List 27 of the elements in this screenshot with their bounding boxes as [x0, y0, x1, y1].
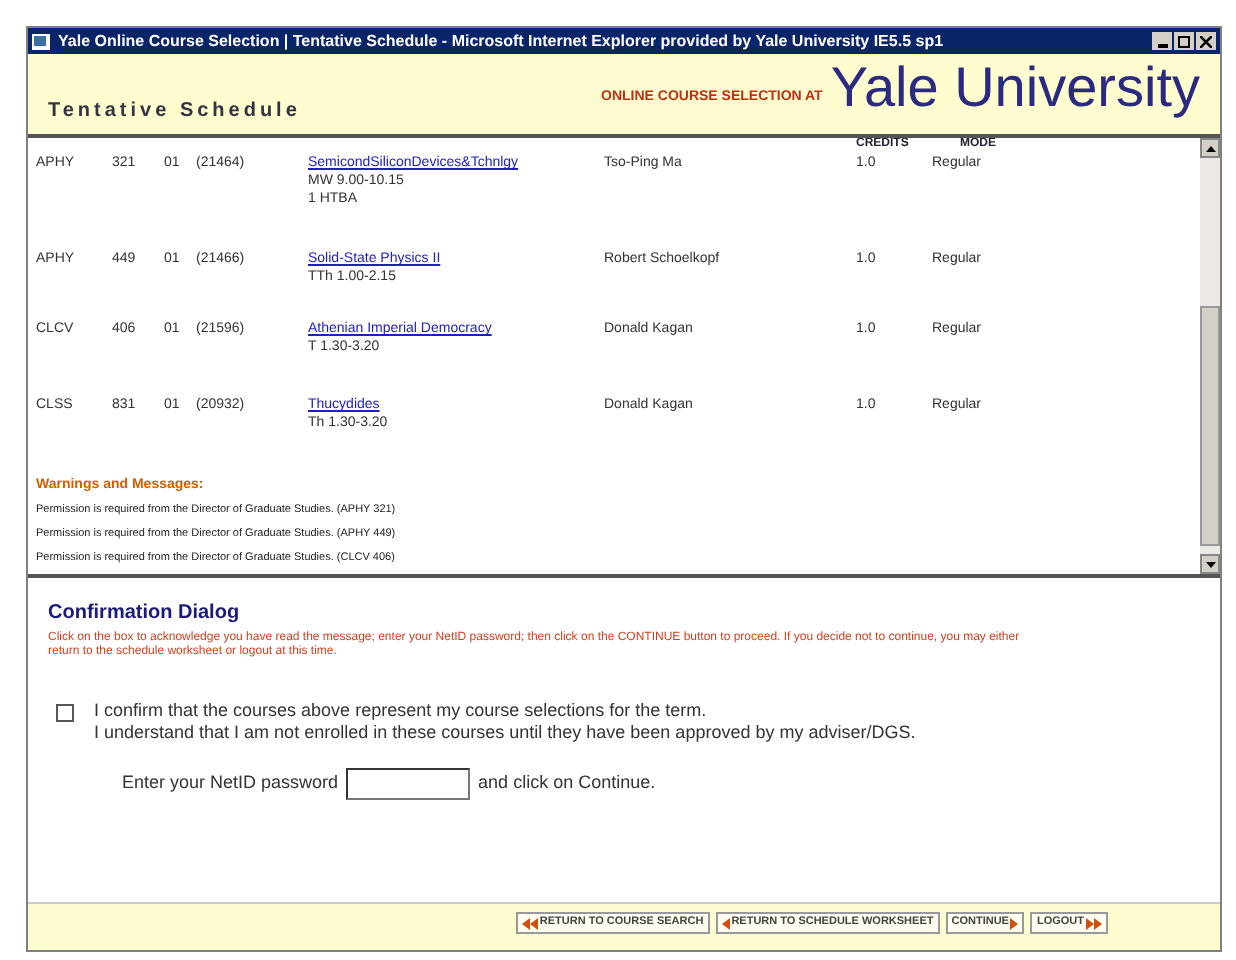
- dialog-heading: Confirmation Dialog: [48, 600, 242, 628]
- page-title: Tentative Schedule: [48, 98, 301, 126]
- down-arrow-icon: [1205, 561, 1215, 567]
- password-field[interactable]: [346, 768, 471, 800]
- password-hint: and click on Continue.: [478, 770, 656, 797]
- minimize-button[interactable]: [1152, 32, 1172, 50]
- scroll-thumb[interactable]: [1200, 306, 1220, 546]
- scroll-up-button[interactable]: [1200, 138, 1220, 158]
- confirm-checkbox[interactable]: [56, 704, 74, 722]
- close-icon: [1200, 35, 1212, 47]
- maximize-icon: [1178, 35, 1190, 47]
- brand-logo: Yale University: [830, 62, 1200, 114]
- arrow-icon: [1010, 917, 1019, 929]
- maximize-button[interactable]: [1174, 32, 1194, 50]
- up-arrow-icon: [1205, 145, 1215, 151]
- window-title: Yale Online Course Selection | Tentative Schedule - Microsoft Internet Explorer provided by Yale University IE5.5 sp1: [58, 33, 946, 49]
- confirm-text: I understand that I am not enrolled in these courses until they have been approved by my adviser/DGS.: [94, 722, 916, 744]
- scrollbar[interactable]: [1200, 138, 1220, 574]
- browser-icon: [32, 31, 52, 51]
- double-arrow-icon: [1086, 917, 1102, 929]
- password-label: Enter your NetID password: [122, 770, 339, 797]
- close-button[interactable]: [1196, 32, 1216, 50]
- minimize-icon: [1157, 44, 1167, 48]
- arrow-icon: [721, 917, 730, 929]
- confirm-text: I confirm that the courses above represent my course selections for the term.: [94, 700, 709, 722]
- scroll-down-button[interactable]: [1200, 554, 1220, 574]
- double-arrow-icon: [521, 917, 538, 929]
